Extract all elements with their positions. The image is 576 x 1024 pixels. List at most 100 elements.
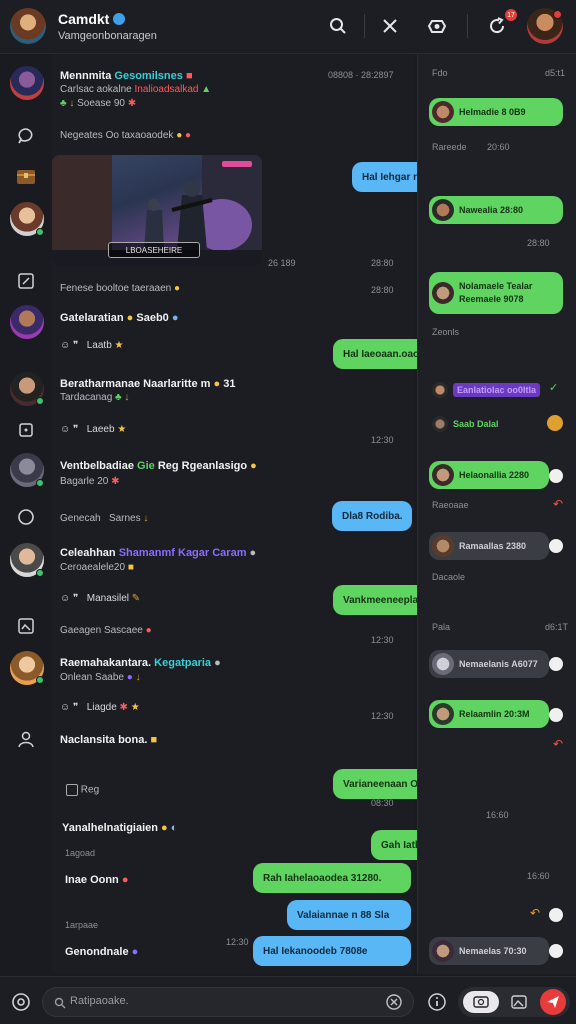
reaction-row[interactable]: ☺ ❞ Laeeb ★	[60, 424, 126, 435]
chat-bubble-icon[interactable]	[14, 124, 38, 148]
channel-avatar[interactable]	[10, 8, 46, 44]
thread-bubble[interactable]: Nemaelanis A6077	[429, 650, 549, 678]
user-icon[interactable]	[14, 727, 38, 751]
status-icon	[547, 415, 563, 431]
circle-icon[interactable]	[14, 505, 38, 529]
app-window: Camdkt Vamgeonbonaragen 17 Mennmita Geso…	[0, 0, 576, 1024]
online-indicator	[36, 569, 44, 577]
composer-bar: Ratipaoake.	[0, 976, 576, 1024]
message-author: Celeahhan Shamanmf Kagar Caram ●	[60, 547, 257, 559]
divider	[364, 14, 365, 38]
thread-bubble[interactable]: Relaamlin 20:3M	[429, 700, 549, 728]
message-text: ♣ ↓ Soease 90 ✱	[60, 98, 137, 109]
timestamp: 12:30	[371, 711, 394, 721]
timestamp: 08:30	[371, 798, 394, 808]
timestamp: 12:30	[226, 937, 249, 947]
message-author: Beratharmanae Naarlaritte m ● 31	[60, 378, 236, 390]
thread-bubble[interactable]: Nolamaele Tealar Reemaele 9078	[429, 272, 563, 314]
online-indicator	[36, 479, 44, 487]
timestamp: 28:80	[527, 238, 550, 248]
thread-bubble[interactable]: Nemaelas 70:30	[429, 937, 549, 965]
image-icon[interactable]	[14, 614, 38, 638]
reply-icon[interactable]: ↶	[530, 906, 540, 920]
reply-icon[interactable]: ↶	[553, 497, 563, 511]
gallery-icon[interactable]	[510, 994, 530, 1010]
message-bubble[interactable]: Valaiannae n 88 Sla	[287, 900, 411, 930]
media-preview-image[interactable]: LBOASEHEIRE	[52, 155, 262, 267]
reaction-row[interactable]: ☺ ❞ Liagde ✱ ★	[60, 702, 140, 713]
verified-icon	[113, 13, 126, 25]
thread-bubble[interactable]: Saab Dalal	[429, 410, 539, 438]
timestamp: 12:30	[371, 435, 394, 445]
thread-bubble[interactable]: Helaonallia 2280	[429, 461, 549, 489]
timestamp: 28:80	[371, 258, 394, 268]
reaction-row[interactable]: ☺ ❞ Laatb ★	[60, 340, 124, 351]
timestamp: 26 189	[268, 258, 296, 268]
message-author: Ventbelbadiae Gie Reg Rgeanlasigo ●	[60, 460, 257, 472]
media-caption: LBOASEHEIRE	[108, 242, 200, 258]
avatar[interactable]	[10, 305, 44, 339]
message-author: Naclansita bona. ■	[60, 734, 158, 746]
message-bubble[interactable]: Dla8 Rodiba.	[332, 501, 412, 531]
thread-bubble[interactable]: Helmadie 8 0B9	[429, 98, 563, 126]
message-text: Gaeagen Sascaee ●	[60, 625, 152, 636]
close-icon[interactable]	[378, 14, 402, 38]
timestamp: 16:60	[527, 871, 550, 881]
timestamp: 16:60	[486, 810, 509, 820]
message-bubble[interactable]: Hal Iekanoodeb 7808e	[253, 936, 411, 966]
timestamp: 28:80	[371, 285, 394, 295]
message-text: Negeates Oo taxaoaodek ● ●	[60, 130, 192, 141]
read-receipt-icon	[549, 469, 563, 483]
date-label: 1arpaae	[65, 920, 99, 930]
thread-label: Raeoaae	[432, 500, 469, 510]
crop-icon[interactable]	[14, 418, 38, 442]
timestamp: 08808 · 28:2897	[328, 70, 394, 80]
photo-tab[interactable]	[463, 991, 499, 1013]
online-indicator	[36, 228, 44, 236]
info-icon[interactable]	[427, 992, 447, 1012]
status-dot	[553, 10, 562, 19]
message-text: Fenese booltoe taeraaen ●	[60, 283, 181, 294]
message-bubble[interactable]: Rah Iahelaoaodea 31280.	[253, 863, 411, 893]
clear-icon[interactable]	[385, 993, 403, 1011]
thread-label: Pala	[432, 622, 451, 632]
message-text: Carlsac aokalne Inalioadsalkad ▲	[60, 84, 212, 95]
thread-panel	[417, 54, 576, 974]
thread-label: Fdo	[432, 68, 448, 78]
search-icon[interactable]	[326, 14, 350, 38]
settings-icon[interactable]	[10, 991, 32, 1013]
message-text: Tardacanag ♣ ↓	[60, 392, 130, 403]
online-indicator	[36, 397, 44, 405]
send-button[interactable]	[540, 989, 566, 1015]
avatar[interactable]	[10, 66, 44, 100]
timestamp: d6:1T	[545, 622, 569, 632]
thread-label: Zeonls	[432, 327, 460, 337]
external-link-icon[interactable]	[14, 269, 38, 293]
camera-icon[interactable]	[425, 14, 449, 38]
search-placeholder: Ratipaoake.	[70, 995, 129, 1007]
read-receipt-icon	[549, 908, 563, 922]
message-author: Genondnale ●	[65, 946, 139, 958]
message-text: Reg	[66, 784, 99, 796]
message-text: Genecah Sarnes ↓	[60, 513, 149, 524]
timestamp: 20:60	[487, 142, 510, 152]
reaction-row[interactable]: ☺ ❞ Manasilel ✎	[60, 593, 140, 604]
message-author: Inae Oonn ●	[65, 874, 129, 886]
read-receipt-icon	[549, 944, 563, 958]
message-text: Onlean Saabe ● ↓	[60, 672, 141, 683]
reply-icon[interactable]: ↶	[553, 737, 563, 751]
thread-label: Rareede	[432, 142, 467, 152]
timestamp: d5:t1	[545, 68, 566, 78]
top-bar: Camdkt Vamgeonbonaragen 17	[0, 0, 576, 54]
message-author: Raemahakantara. Kegatparia ●	[60, 657, 221, 669]
thread-bubble[interactable]: Nawealia 28:80	[429, 196, 563, 224]
notification-badge: 17	[505, 9, 517, 21]
thread-bubble[interactable]: Ramaallas 2380	[429, 532, 549, 560]
divider	[467, 14, 468, 38]
channel-subtitle: Vamgeonbonaragen	[58, 30, 157, 42]
message-author: Yanalhelnatigiaien ● ◐	[62, 822, 178, 834]
chest-icon[interactable]	[14, 164, 38, 188]
thread-bubble[interactable]: Eanlatiolac oo0ltla	[429, 376, 549, 404]
date-label: 1agoad	[65, 848, 96, 858]
read-receipt-icon	[549, 708, 563, 722]
